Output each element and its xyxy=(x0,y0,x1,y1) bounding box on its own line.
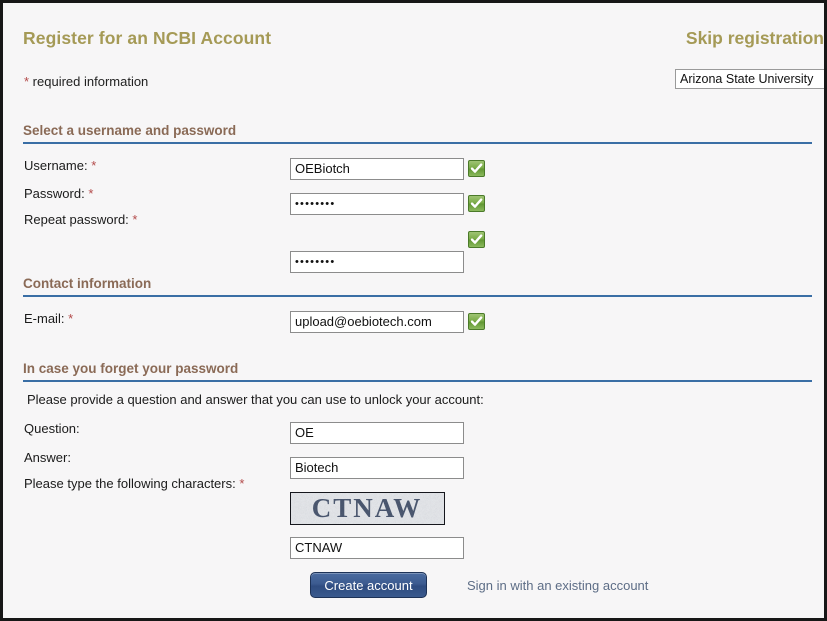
username-required-asterisk: * xyxy=(91,158,97,173)
captcha-image: CTNAW xyxy=(290,492,445,525)
repeat-password-label: Repeat password: * xyxy=(24,212,137,227)
username-valid-check-icon xyxy=(468,160,485,177)
captcha-input[interactable]: CTNAW xyxy=(290,537,464,559)
repeat-password-valid-check-icon xyxy=(468,231,485,248)
page-content: Register for an NCBI Account Skip regist… xyxy=(3,3,824,618)
answer-label: Answer: xyxy=(24,450,71,465)
answer-input[interactable]: Biotech xyxy=(290,457,464,479)
email-label-text: E-mail: xyxy=(24,311,65,326)
captcha-label-text: Please type the following characters: xyxy=(24,476,236,491)
section-divider-credentials xyxy=(23,142,812,144)
repeat-password-required-asterisk: * xyxy=(132,212,138,227)
skip-registration-link[interactable]: Skip registration xyxy=(686,28,824,49)
repeat-password-label-text: Repeat password: xyxy=(24,212,129,227)
captcha-required-asterisk: * xyxy=(239,476,245,491)
email-label: E-mail: * xyxy=(24,311,73,326)
section-divider-recovery xyxy=(23,380,812,382)
username-label-text: Username: xyxy=(24,158,88,173)
password-label-text: Password: xyxy=(24,186,85,201)
section-heading-contact: Contact information xyxy=(23,276,152,291)
sign-in-existing-account-link[interactable]: Sign in with an existing account xyxy=(467,578,648,593)
page-title: Register for an NCBI Account xyxy=(23,28,272,48)
recovery-instruction: Please provide a question and answer tha… xyxy=(27,392,484,407)
question-input[interactable]: OE xyxy=(290,422,464,444)
create-account-button[interactable]: Create account xyxy=(310,572,427,598)
section-heading-credentials: Select a username and password xyxy=(23,123,237,138)
required-information-note: * required information xyxy=(24,74,148,89)
section-heading-recovery: In case you forget your password xyxy=(23,361,239,376)
email-valid-check-icon xyxy=(468,313,485,330)
organization-select[interactable]: Arizona State University xyxy=(675,69,824,89)
password-required-asterisk: * xyxy=(88,186,94,201)
registration-page: Register for an NCBI Account Skip regist… xyxy=(0,0,827,621)
question-label: Question: xyxy=(24,421,80,436)
captcha-label: Please type the following characters: * xyxy=(24,476,244,491)
section-divider-contact xyxy=(23,295,812,297)
password-valid-check-icon xyxy=(468,195,485,212)
username-label: Username: * xyxy=(24,158,96,173)
repeat-password-input[interactable]: •••••••• xyxy=(290,251,464,273)
password-label: Password: * xyxy=(24,186,93,201)
password-input[interactable]: •••••••• xyxy=(290,193,464,215)
required-note-text: required information xyxy=(29,74,149,89)
email-required-asterisk: * xyxy=(68,311,74,326)
email-input[interactable]: upload@oebiotech.com xyxy=(290,311,464,333)
username-input[interactable]: OEBiotch xyxy=(290,158,464,180)
